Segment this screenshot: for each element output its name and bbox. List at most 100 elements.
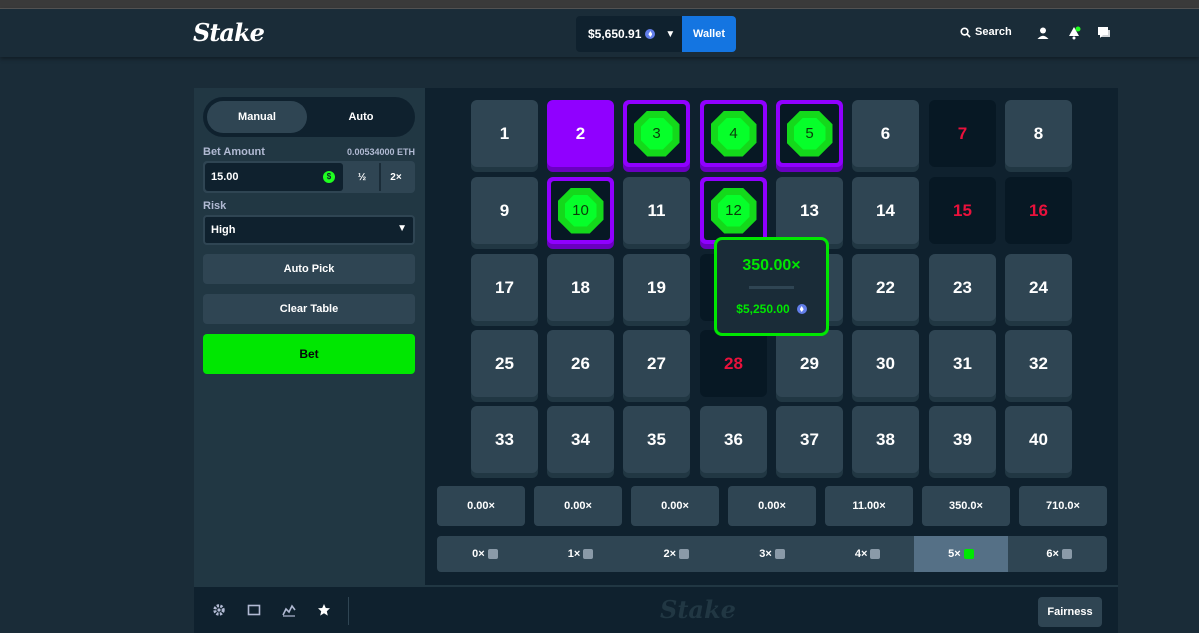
keno-tile[interactable]: 6 — [852, 100, 919, 167]
keno-tile[interactable]: 33 — [471, 406, 538, 473]
tab-auto[interactable]: Auto — [311, 101, 411, 133]
keno-tile[interactable]: 37 — [776, 406, 843, 473]
keno-tile[interactable]: 5 — [776, 100, 843, 167]
keno-tile[interactable]: 10 — [547, 177, 614, 244]
win-payout: $5,250.00 — [717, 302, 826, 316]
keno-tile[interactable]: 25 — [471, 330, 538, 397]
keno-tile[interactable]: 27 — [623, 330, 690, 397]
notifications-icon[interactable] — [1067, 26, 1081, 40]
fairness-button[interactable]: Fairness — [1038, 597, 1102, 627]
win-payout-amount: $5,250.00 — [736, 302, 790, 316]
top-bar: Stake $5,650.91 ▼ Wallet Search — [0, 9, 1199, 57]
double-bet-button[interactable]: 2× — [379, 163, 413, 191]
tile-inner: 10 — [551, 181, 610, 240]
keno-tile[interactable]: 22 — [852, 254, 919, 321]
half-bet-button[interactable]: ½ — [345, 163, 381, 191]
keno-tile[interactable]: 17 — [471, 254, 538, 321]
keno-tile[interactable]: 14 — [852, 177, 919, 244]
footer-divider — [348, 597, 349, 625]
keno-tile[interactable]: 26 — [547, 330, 614, 397]
hit-count-cell: 0× — [437, 536, 533, 572]
risk-select[interactable]: High ▼ — [203, 215, 415, 245]
hit-count-label: 4× — [854, 548, 868, 560]
keno-tile[interactable]: 4 — [700, 100, 767, 167]
keno-tile[interactable]: 39 — [929, 406, 996, 473]
payout-multiplier: 0.00× — [631, 486, 719, 526]
hit-count-label: 6× — [1046, 548, 1059, 560]
tile-number: 10 — [572, 202, 589, 219]
hit-count-label: 5× — [948, 548, 961, 560]
balance-selector[interactable]: $5,650.91 ▼ — [576, 16, 682, 52]
dollar-coin-icon: $ — [323, 171, 335, 183]
search-icon — [960, 26, 971, 38]
keno-tile[interactable]: 19 — [623, 254, 690, 321]
star-icon[interactable] — [317, 603, 331, 617]
clear-table-button[interactable]: Clear Table — [203, 294, 415, 324]
risk-value: High — [211, 224, 236, 236]
keno-tile[interactable]: 2 — [547, 100, 614, 167]
bet-button[interactable]: Bet — [203, 334, 415, 374]
hit-count-cell: 5× — [913, 536, 1009, 572]
wallet-button[interactable]: Wallet — [682, 16, 736, 52]
keno-tile[interactable]: 31 — [929, 330, 996, 397]
theatre-mode-icon[interactable] — [247, 603, 261, 617]
footer-bar: Stake Fairness — [194, 585, 1118, 633]
tab-manual[interactable]: Manual — [207, 101, 307, 133]
keno-tile[interactable]: 8 — [1005, 100, 1072, 167]
mini-gem-icon — [774, 549, 785, 559]
keno-tile[interactable]: 29 — [776, 330, 843, 397]
gem-icon: 3 — [633, 110, 680, 157]
footer-stake-logo: Stake — [660, 595, 736, 624]
search-button[interactable]: Search — [960, 26, 1012, 38]
bet-amount-crypto: 0.00534000 ETH — [346, 147, 415, 157]
keno-tile[interactable]: 13 — [776, 177, 843, 244]
keno-tile[interactable]: 15 — [929, 177, 996, 244]
chevron-down-icon: ▼ — [397, 223, 407, 234]
user-icon[interactable] — [1036, 26, 1050, 40]
keno-tile[interactable]: 40 — [1005, 406, 1072, 473]
eth-icon — [645, 29, 656, 39]
keno-tile[interactable]: 30 — [852, 330, 919, 397]
keno-tile[interactable]: 16 — [1005, 177, 1072, 244]
settings-gear-icon[interactable] — [212, 603, 226, 617]
eth-icon — [796, 304, 807, 314]
stake-logo[interactable]: Stake — [193, 18, 265, 47]
mini-gem-icon — [1061, 549, 1072, 559]
keno-tile[interactable]: 12 — [700, 177, 767, 244]
keno-tile[interactable]: 38 — [852, 406, 919, 473]
mini-gem-icon — [679, 549, 690, 559]
keno-tile[interactable]: 7 — [929, 100, 996, 167]
bet-amount-input[interactable]: 15.00 $ — [205, 163, 343, 191]
keno-tile[interactable]: 23 — [929, 254, 996, 321]
keno-tile[interactable]: 35 — [623, 406, 690, 473]
keno-tile[interactable]: 24 — [1005, 254, 1072, 321]
hit-count-cell: 1× — [533, 536, 629, 572]
keno-tile[interactable]: 1 — [471, 100, 538, 167]
hit-count-cell: 2× — [628, 536, 724, 572]
hit-count-label: 1× — [567, 548, 581, 560]
keno-tile[interactable]: 18 — [547, 254, 614, 321]
keno-tile[interactable]: 32 — [1005, 330, 1072, 397]
search-label: Search — [975, 26, 1012, 38]
tile-number: 4 — [729, 125, 738, 142]
keno-tile[interactable]: 28 — [700, 330, 767, 397]
keno-tile[interactable]: 36 — [700, 406, 767, 473]
keno-tile[interactable]: 9 — [471, 177, 538, 244]
mini-gem-icon — [487, 549, 498, 559]
auto-pick-button[interactable]: Auto Pick — [203, 254, 415, 284]
payout-multiplier: 350.0× — [922, 486, 1010, 526]
keno-tile[interactable]: 3 — [623, 100, 690, 167]
stats-chart-icon[interactable] — [282, 603, 296, 617]
chat-icon[interactable] — [1097, 26, 1111, 40]
payout-multiplier: 0.00× — [534, 486, 622, 526]
keno-tile[interactable]: 11 — [623, 177, 690, 244]
bet-amount-label: Bet Amount — [203, 146, 265, 158]
keno-tile[interactable]: 34 — [547, 406, 614, 473]
gem-icon: 12 — [710, 187, 757, 234]
hit-count-cell: 3× — [724, 536, 820, 572]
hit-count-label: 3× — [759, 548, 772, 560]
payout-multiplier: 0.00× — [437, 486, 525, 526]
mini-gem-icon — [583, 549, 594, 559]
hit-count-label: 2× — [663, 548, 677, 560]
balance-amount: $5,650.91 — [588, 27, 642, 41]
